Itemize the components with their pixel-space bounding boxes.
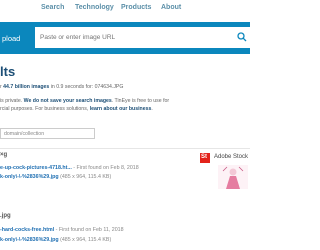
result-image-info: (485 x 964, 115.4 KB) [58,174,112,180]
result-image-line: k-only\-\-%2836%29.jpg (485 x 964, 115.4… [0,237,111,243]
nav-about[interactable]: About [161,4,181,11]
result-size-label: ×g [0,152,8,158]
business-prefix: rcial purposes. For business solutions, [0,106,90,112]
business-link[interactable]: learn about our business [90,106,152,112]
results-title: lts [0,64,16,79]
result-page-link[interactable]: -hard-cocks-free.html [0,227,54,233]
divider [0,148,250,149]
stock-logo-text: St [201,154,207,160]
search-bar: pload [0,22,250,54]
search-icon [237,32,247,42]
result-image-link[interactable]: k-only\-\-%2836%29.jpg [0,174,59,180]
stock-preview-image [218,165,248,189]
nav-technology[interactable]: Technology [75,4,114,11]
result-page-link[interactable]: e-up-cock-pictures-4718.ht... [0,165,72,171]
result-image-info: (485 x 964, 115.4 KB) [58,237,112,243]
upload-button[interactable]: pload [2,34,20,43]
summary-suffix: in 0.9 seconds for: 074634.JPG [49,84,124,90]
result-size-label: .jpg [0,213,11,219]
adobe-stock-logo-icon: St [200,153,210,163]
result-page-found: - First found on Feb 8, 2018 [71,165,139,171]
stock-label: Adobe Stock [214,154,249,160]
business-line: rcial purposes. For business solutions, … [0,106,153,112]
image-url-input[interactable] [35,27,233,48]
summary-count: 44.7 billion images [3,84,50,90]
privacy-prefix: is private. [0,98,24,104]
nav-products[interactable]: Products [121,4,151,11]
result-image-line: k-only\-\-%2836%29.jpg (485 x 964, 115.4… [0,174,111,180]
adobe-stock-promo[interactable]: St Adobe Stock [200,151,250,189]
result-page-found: - First found on Feb 11, 2018 [54,227,124,233]
privacy-suffix: . TinEye is free to use for [111,98,170,104]
result-page-line: -hard-cocks-free.html - First found on F… [0,227,124,233]
result-image-link[interactable]: k-only\-\-%2836%29.jpg [0,237,59,243]
result-page-line: e-up-cock-pictures-4718.ht... - First fo… [0,165,139,171]
nav-search[interactable]: Search [41,4,64,11]
results-summary: r 44.7 billion images in 0.9 seconds for… [0,84,123,90]
privacy-line: is private. We do not save your search i… [0,98,169,104]
filter-input[interactable]: domain/collection [0,128,95,139]
privacy-link[interactable]: We do not save your search images [24,98,112,104]
business-suffix: . [151,106,153,112]
search-button[interactable] [233,27,250,48]
top-navigation: Search Technology Products About [0,0,250,18]
